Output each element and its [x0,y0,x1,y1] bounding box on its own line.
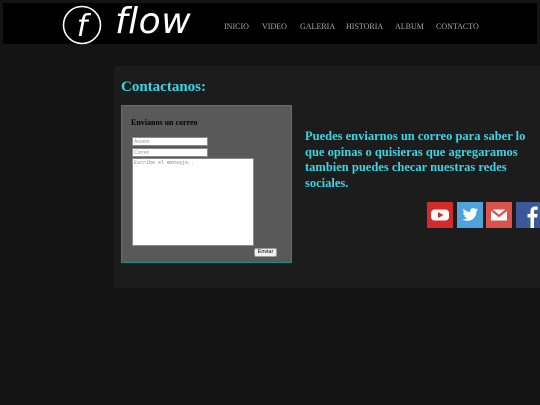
contact-message: Puedes enviarnos un correo para saber lo… [305,129,526,190]
youtube-link[interactable] [427,202,453,228]
facebook-icon [516,202,540,228]
twitter-icon [457,202,483,228]
page-title: Contactanos: [121,79,206,95]
youtube-icon [427,202,453,228]
svg-text:f: f [77,9,92,44]
circle-f-logo-icon: f [62,5,102,45]
nav-historia[interactable]: HISTORIA [346,22,383,31]
form-heading: Envianos un correo [131,118,198,127]
mail-link[interactable] [486,202,512,228]
nav-video[interactable]: VIDEO [262,22,287,31]
twitter-link[interactable] [457,202,483,228]
facebook-link[interactable] [516,202,540,228]
subject-input[interactable] [132,137,208,146]
nav-inicio[interactable]: INICIO [224,22,249,31]
contact-form: Envianos un correo Enviar [121,105,292,263]
site-logo[interactable]: f flow [61,1,191,45]
nav-album[interactable]: ALBUM [395,22,424,31]
site-header: f flow INICIO VIDEO GALERIA HISTORIA ALB… [3,1,537,45]
nav-galeria[interactable]: GALERIA [300,22,335,31]
logo-wordmark: flow [115,1,192,42]
email-input[interactable] [132,148,208,157]
mail-icon [486,202,512,228]
send-button[interactable]: Enviar [254,248,277,257]
message-textarea[interactable] [132,158,254,246]
page: f flow INICIO VIDEO GALERIA HISTORIA ALB… [0,0,540,405]
nav-contacto[interactable]: CONTACTO [436,22,479,31]
